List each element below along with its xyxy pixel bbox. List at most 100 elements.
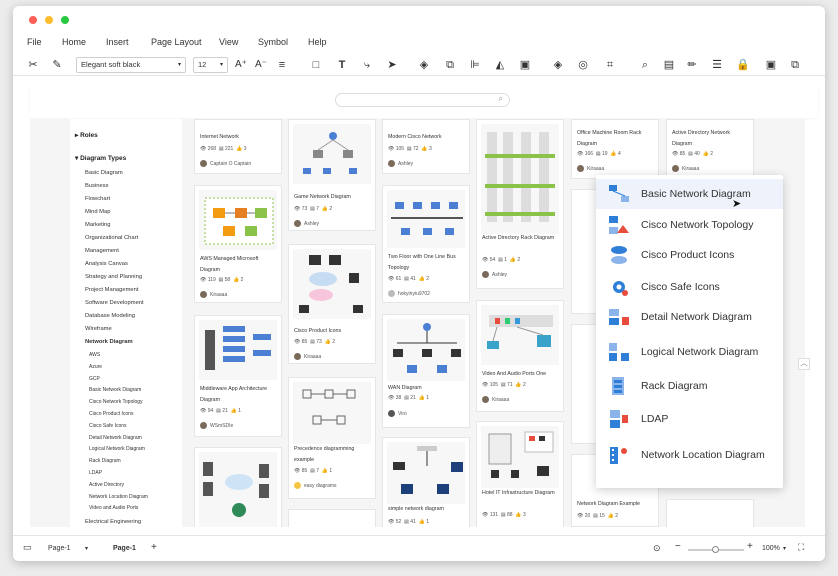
chevron-down-icon[interactable]: ▾ [783,545,786,552]
sidebar-item[interactable]: Database Modeling [85,313,135,319]
template-card[interactable]: Modern Cisco Network 👁 105 ▤ 72 👍 3 Ashl… [382,119,470,174]
template-card[interactable]: Game Network Diagram 👁 73 ▤ 7 👍 2 Ashley [288,119,376,231]
submenu-item-detail-network-diagram[interactable]: Detail Network Diagram [596,302,783,332]
format-painter-icon[interactable]: ✎ [50,58,64,72]
sidebar-subitem[interactable]: LDAP [89,470,102,476]
close-window-button[interactable] [29,16,37,24]
more-icon[interactable]: ⧉ [788,58,802,72]
add-page-button[interactable]: + [151,542,157,553]
sidebar-item[interactable]: Software Development [85,300,144,306]
sidebar-subitem[interactable]: Basic Network Diagram [89,387,141,393]
sidebar-item[interactable]: Analysis Canvas [85,261,128,267]
submenu-item-basic-network-diagram[interactable]: Basic Network Diagram ➤ [596,179,783,210]
scroll-up-button[interactable]: ︿ [798,358,810,370]
sidebar-subitem[interactable]: Cisco Product Icons [89,411,133,417]
sidebar-subitem[interactable]: Active Directory [89,482,124,488]
submenu-item-cisco-network-topology[interactable]: Cisco Network Topology [596,210,783,240]
connector-icon[interactable]: ⤷ [360,58,374,72]
menu-file[interactable]: File [27,37,42,47]
group-icon[interactable]: ⧉ [443,58,457,72]
sidebar-item[interactable]: Project Management [85,287,139,293]
sidebar-item-network-diagram[interactable]: Network Diagram [85,339,133,345]
sidebar-item[interactable]: Management [85,248,119,254]
frame-icon[interactable]: ▣ [518,58,532,72]
text-icon[interactable]: T [335,58,349,72]
flip-icon[interactable]: ◭ [493,58,507,72]
sidebar-subitem[interactable]: GCP [89,376,100,382]
menu-view[interactable]: View [219,37,238,47]
align-left-icon[interactable]: ⊫ [468,58,482,72]
chevron-down-icon[interactable]: ▾ [85,545,88,552]
submenu-item-cisco-safe-icons[interactable]: Cisco Safe Icons [596,272,783,302]
sidebar-subitem[interactable]: Cisco Safe Icons [89,423,127,429]
decrease-font-icon[interactable]: A⁻ [254,58,268,72]
zoom-slider-handle[interactable] [712,546,719,553]
template-card[interactable]: Active Directory Network Diagram 👁 85 ▤ … [666,119,754,179]
crop-icon[interactable]: ⌗ [603,58,617,72]
align-icon[interactable]: ≡ [275,58,289,72]
font-family-select[interactable]: Elegant soft black ▾ [76,57,186,73]
lock-icon[interactable]: 🔒 [736,58,750,72]
layers-icon[interactable]: ◈ [417,58,431,72]
template-card[interactable] [666,499,754,527]
page-tab-active[interactable]: Page-1 [113,545,136,552]
template-card[interactable]: Internet Network 👁 268 ▤ 221 👍 3 Captain… [194,119,282,174]
template-card[interactable]: Two Floor with One Line Bus Topology 👁 6… [382,185,470,303]
menu-insert[interactable]: Insert [106,37,129,47]
image-icon[interactable]: ▤ [662,58,676,72]
menu-page-layout[interactable]: Page Layout [151,37,202,47]
line-color-icon[interactable]: ✏ [685,58,699,72]
font-size-select[interactable]: 12 ▾ [193,57,228,73]
zoom-in-button[interactable]: + [747,541,753,552]
page-selector[interactable]: Page-1 [48,545,71,552]
template-card[interactable] [194,447,282,527]
sidebar-subitem[interactable]: Video and Audio Ports [89,505,138,511]
sidebar-item[interactable]: Mind Map [85,209,110,215]
template-card[interactable]: Precedence diagramming example 👁 85 ▤ 7 … [288,377,376,499]
page-panel-icon[interactable]: ▭ [23,542,32,553]
template-card[interactable]: simple network diagram 👁 52 ▤ 41 👍 1 [382,437,470,527]
menu-help[interactable]: Help [308,37,327,47]
submenu-item-cisco-product-icons[interactable]: Cisco Product Icons [596,240,783,270]
sidebar-item[interactable]: Electrical Engineering [85,519,141,525]
submenu-item-rack-diagram[interactable]: Rack Diagram [596,371,783,401]
sidebar-subitem[interactable]: Network Location Diagram [89,494,148,500]
sidebar-subitem[interactable]: Detail Network Diagram [89,435,142,441]
zoom-slider[interactable] [688,546,744,553]
sidebar-subitem[interactable]: Azure [89,364,102,370]
fill-color-icon[interactable]: ◈ [551,58,565,72]
shape-style-icon[interactable]: ◎ [576,58,590,72]
sidebar-subitem[interactable]: Rack Diagram [89,458,121,464]
sidebar-subitem[interactable]: Cisco Network Topology [89,399,143,405]
template-card[interactable]: Hotel IT Infrastructure Diagram 👁 131 ▤ … [476,421,564,527]
diagram-types-heading[interactable]: ▾ Diagram Types [75,154,126,162]
sidebar-subitem[interactable]: AWS [89,352,100,358]
fit-icon[interactable]: ▣ [764,58,778,72]
zoom-level[interactable]: 100% [762,545,780,552]
template-card[interactable]: AWS Managed Microsoft Diagram 👁 119 ▤ 58… [194,185,282,303]
roles-heading[interactable]: ▸ Roles [75,131,98,139]
search-icon[interactable]: ⌕ [499,94,503,104]
pointer-icon[interactable]: ➤ [385,58,399,72]
search-input[interactable]: ⌕ [335,93,510,107]
search-icon[interactable]: ⌕ [638,58,652,72]
submenu-item-logical-network-diagram[interactable]: Logical Network Diagram [596,337,783,367]
play-icon[interactable]: ⊙ [653,543,661,554]
sidebar-item[interactable]: Basic Diagram [85,170,123,176]
zoom-out-button[interactable]: − [675,541,681,552]
menu-home[interactable]: Home [62,37,86,47]
submenu-item-network-location-diagram[interactable]: Network Location Diagram [596,440,783,470]
template-card[interactable]: Office Machine Room Rack Diagram 👁 166 ▤… [571,119,659,179]
sidebar-item[interactable]: Organizational Chart [85,235,138,241]
maximize-window-button[interactable] [61,16,69,24]
submenu-item-ldap[interactable]: LDAP [596,404,783,434]
rectangle-icon[interactable]: □ [309,58,323,72]
template-card[interactable]: Video And Audio Ports One 👁 105 ▤ 71 👍 2… [476,300,564,412]
template-card[interactable] [288,509,376,527]
template-card[interactable]: Active Directory Rack Diagram 👁 54 ▤ 1 👍… [476,119,564,289]
minimize-window-button[interactable] [45,16,53,24]
template-card[interactable]: Middleware App Architecture Diagram 👁 94… [194,315,282,437]
menu-symbol[interactable]: Symbol [258,37,288,47]
sidebar-item[interactable]: Strategy and Planning [85,274,142,280]
template-card[interactable]: WAN Diagram 👁 38 ▤ 21 👍 1 Viro [382,314,470,428]
